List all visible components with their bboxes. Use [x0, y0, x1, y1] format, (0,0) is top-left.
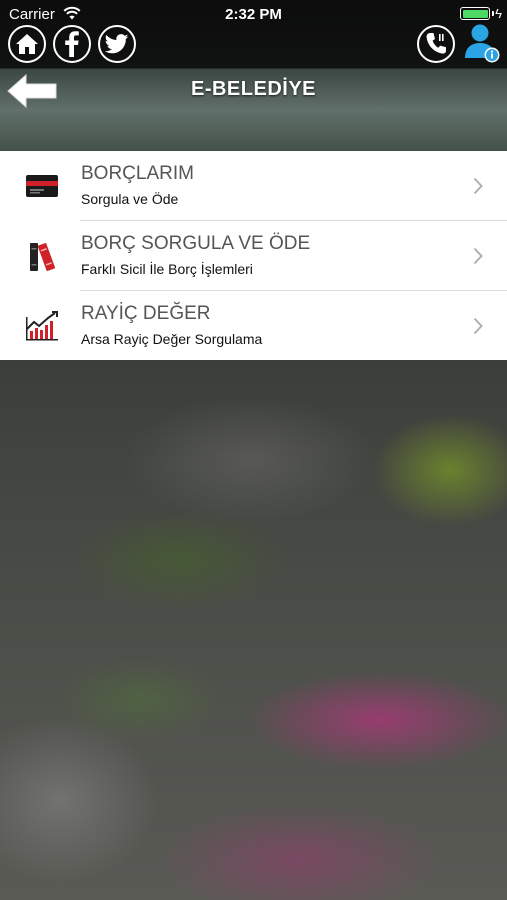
clock: 2:32 PM [225, 6, 282, 23]
home-icon [16, 34, 38, 54]
menu-list: BORÇLARIM Sorgula ve Öde BORÇ SORGULA VE… [0, 151, 507, 360]
books-icon [30, 243, 55, 271]
charging-icon: ϟ [495, 6, 502, 21]
chevron-right-icon [473, 317, 483, 335]
header: Carrier 2:32 PM ϟ E-BELEDİYE [0, 0, 507, 151]
menu-item-title: BORÇLARIM [81, 163, 194, 184]
battery-icon [460, 7, 490, 20]
battery-tip [492, 11, 494, 16]
menu-item-title: RAYİÇ DEĞER [81, 303, 211, 324]
facebook-icon [65, 31, 79, 57]
chevron-right-icon [473, 247, 483, 265]
twitter-button[interactable] [98, 25, 136, 63]
home-button[interactable] [8, 25, 46, 63]
page-title: E-BELEDİYE [190, 78, 317, 100]
twitter-icon [105, 34, 129, 54]
user-info-icon[interactable] [463, 24, 501, 64]
chart-icon [26, 311, 58, 341]
status-bar: Carrier 2:32 PM ϟ [0, 0, 507, 28]
menu-item-subtitle: Arsa Rayiç Değer Sorgulama [81, 331, 263, 347]
chevron-right-icon [473, 177, 483, 195]
phone-icon [426, 33, 446, 54]
call-button[interactable] [417, 25, 455, 63]
menu-item-subtitle: Sorgula ve Öde [81, 191, 179, 207]
nav-bar: E-BELEDİYE [0, 69, 507, 109]
menu-item-subtitle: Farklı Sicil İle Borç İşlemleri [81, 261, 253, 277]
credit-card-icon [26, 175, 58, 197]
menu-item-rayic-deger[interactable]: RAYİÇ DEĞER Arsa Rayiç Değer Sorgulama [0, 291, 507, 361]
facebook-button[interactable] [53, 25, 91, 63]
menu-item-title: BORÇ SORGULA VE ÖDE [81, 233, 311, 254]
menu-item-borclarim[interactable]: BORÇLARIM Sorgula ve Öde [0, 151, 507, 221]
menu-item-borc-sorgula[interactable]: BORÇ SORGULA VE ÖDE Farklı Sicil İle Bor… [0, 221, 507, 291]
